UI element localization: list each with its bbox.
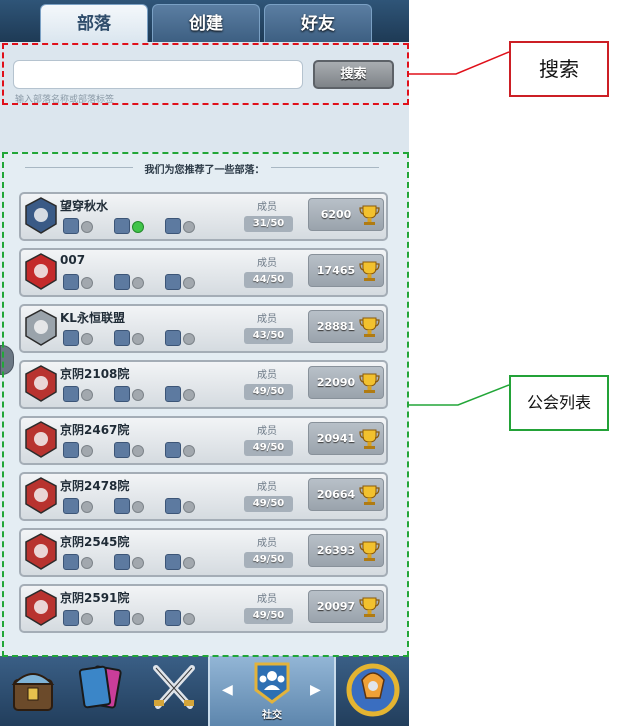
- list-annotation-label: 公会列表: [509, 375, 609, 431]
- callout-lines: [409, 51, 510, 406]
- search-leader-line: [409, 51, 510, 75]
- annotated-screenshot: 部落 创建 好友 搜索 输入部落名称或部落标签 我们为您推荐了一些部落： 望穿秋…: [0, 0, 635, 726]
- search-annotation-label: 搜索: [509, 41, 609, 97]
- list-leader-line: [409, 384, 510, 406]
